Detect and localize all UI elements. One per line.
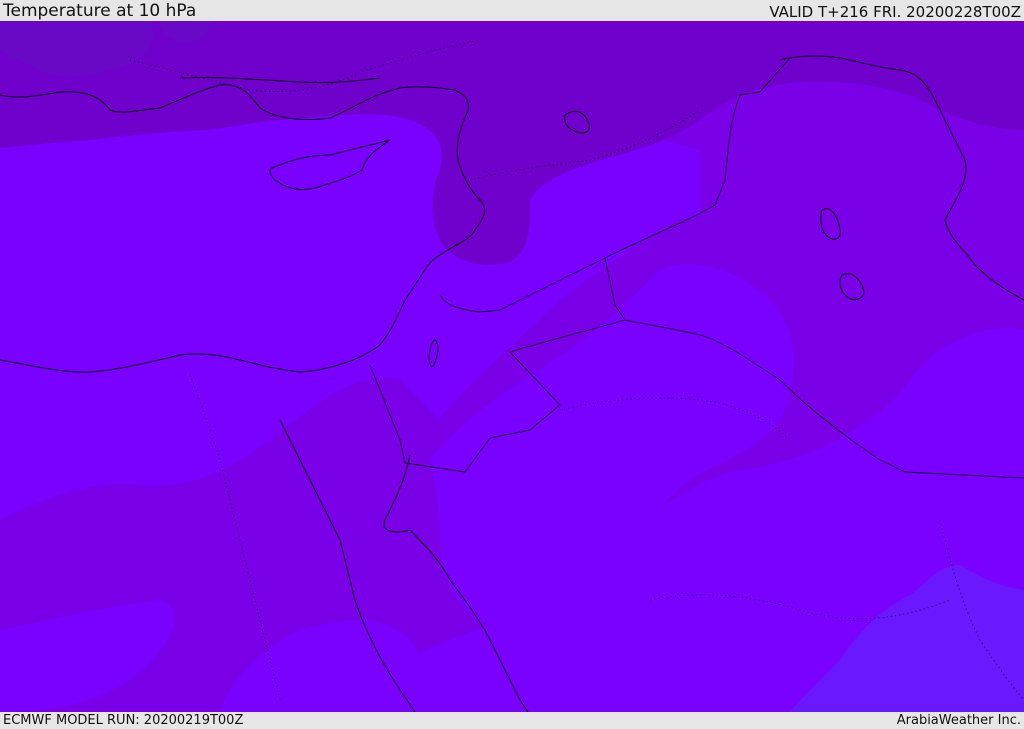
temperature-map — [0, 21, 1024, 712]
map-title: Temperature at 10 hPa — [3, 1, 197, 21]
provider-credit: ArabiaWeather Inc. — [896, 713, 1021, 728]
header-bar: Temperature at 10 hPa VALID T+216 FRI. 2… — [0, 0, 1024, 21]
footer-bar: ECMWF MODEL RUN: 20200219T00Z ArabiaWeat… — [0, 712, 1024, 729]
valid-time-label: VALID T+216 FRI. 20200228T00Z — [769, 3, 1021, 21]
map-canvas[interactable] — [0, 21, 1024, 712]
model-run-label: ECMWF MODEL RUN: 20200219T00Z — [3, 713, 244, 728]
